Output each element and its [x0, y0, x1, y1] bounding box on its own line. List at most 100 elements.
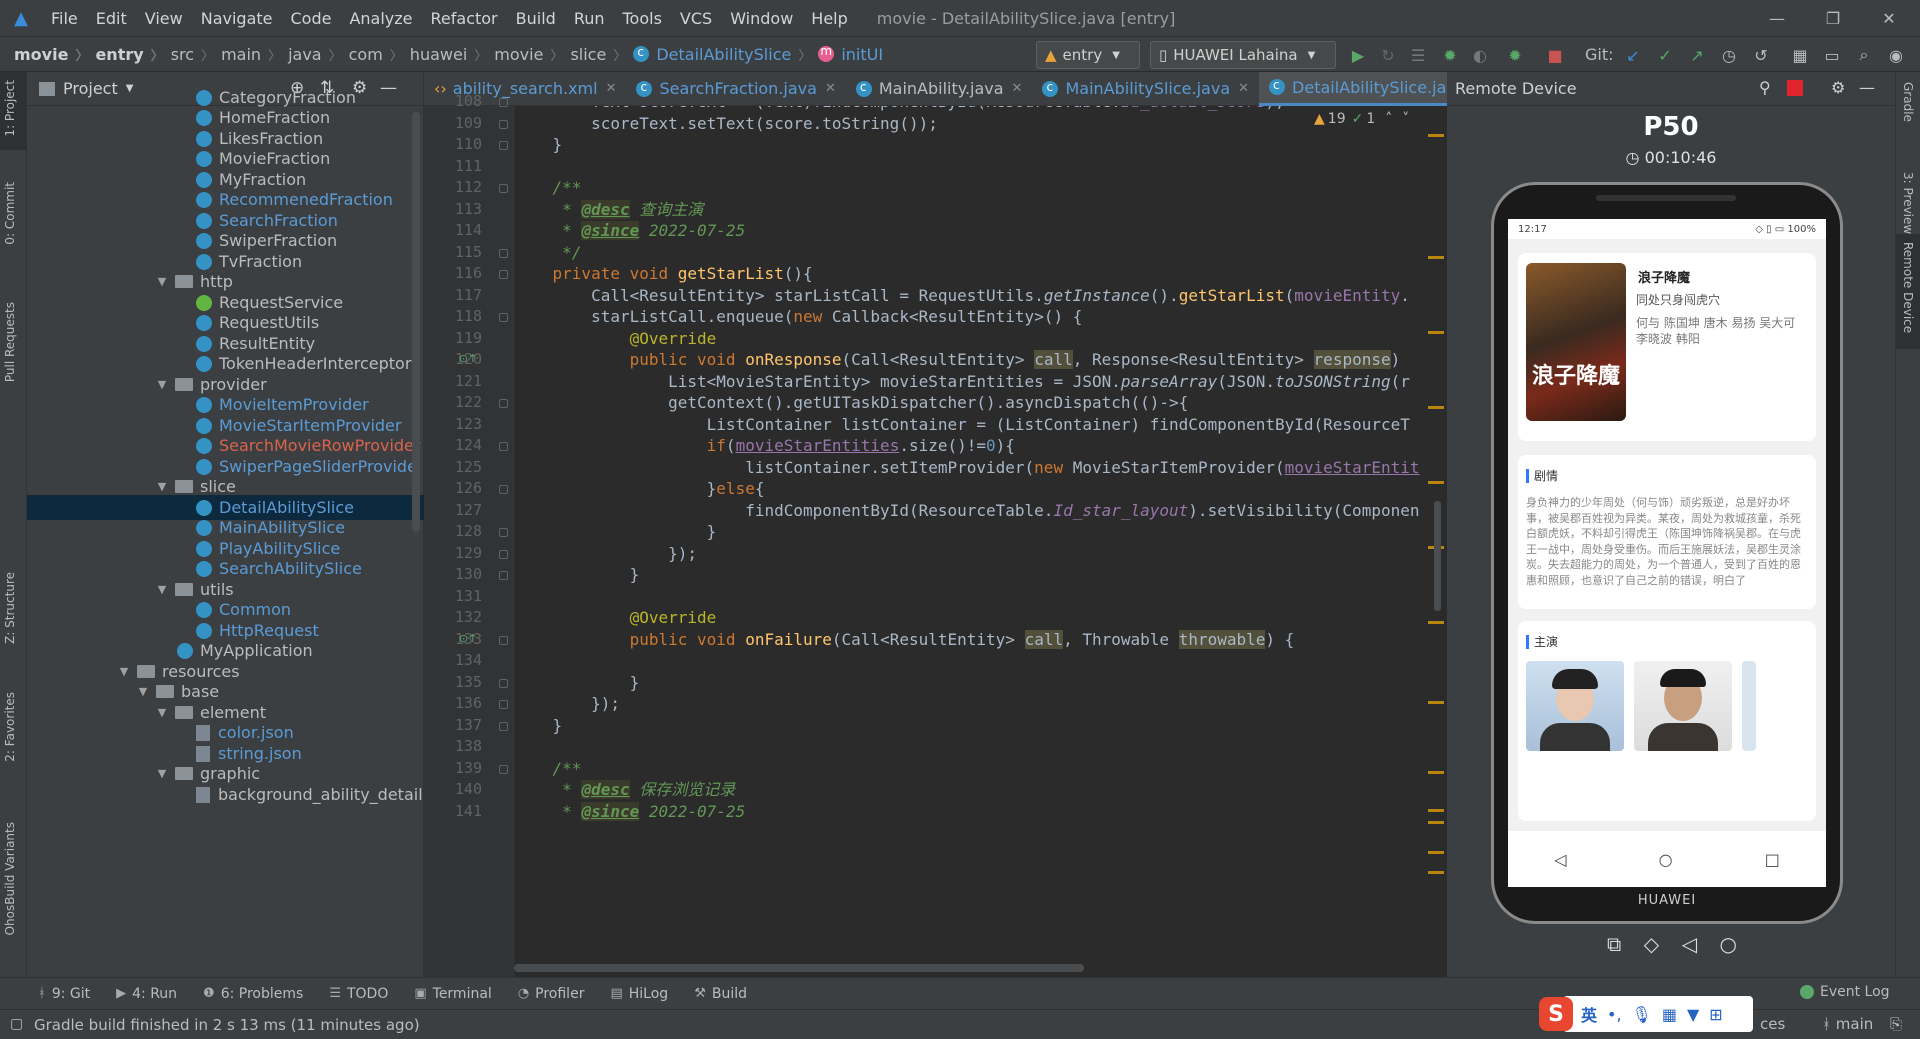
- rollback-icon[interactable]: ↺: [1751, 45, 1771, 65]
- fold-marker-icon[interactable]: [499, 485, 508, 494]
- cast-photo[interactable]: [1742, 661, 1756, 751]
- tab-project[interactable]: 1: Project: [3, 80, 17, 137]
- punctuation-icon[interactable]: •,: [1607, 1005, 1622, 1024]
- breadcrumb-item[interactable]: huawei 〉: [410, 45, 494, 64]
- code-line[interactable]: public void onFailure(Call<ResultEntity>…: [514, 627, 1294, 653]
- code-editor[interactable]: ▲ 19 ✓ 1 ˄ ˅ Text scoreText = (Text)find…: [514, 106, 1434, 977]
- close-button[interactable]: ✕: [1861, 0, 1917, 36]
- breadcrumb-method[interactable]: initUI: [818, 44, 883, 64]
- gear-icon[interactable]: ⚙: [1831, 78, 1845, 97]
- toolwindow-button[interactable]: ▤ HiLog: [610, 986, 668, 1002]
- project-structure-icon[interactable]: ▦: [1790, 45, 1810, 65]
- skin-icon[interactable]: ▼: [1687, 1005, 1699, 1024]
- layout-icon[interactable]: ▭: [1822, 45, 1842, 65]
- fold-marker-icon[interactable]: [499, 721, 508, 731]
- fold-marker-icon[interactable]: [499, 635, 508, 645]
- expand-arrow-icon[interactable]: ▼: [155, 767, 169, 780]
- fold-marker-icon[interactable]: [499, 248, 508, 258]
- override-gutter-icon[interactable]: ⊙↑: [459, 632, 477, 645]
- menu-tools[interactable]: Tools: [614, 9, 671, 28]
- menu-analyze[interactable]: Analyze: [340, 9, 421, 28]
- editor-tab[interactable]: MainAbilitySlice.java ✕: [1032, 72, 1259, 106]
- toolwindow-button[interactable]: ▣ Terminal: [414, 986, 491, 1002]
- fold-marker-icon[interactable]: [499, 571, 508, 580]
- memory-indicator-icon[interactable]: ⎘: [1890, 1015, 1902, 1033]
- editor-scroll-markers[interactable]: [1428, 106, 1447, 977]
- microphone-icon[interactable]: 🎙︎: [1632, 1005, 1652, 1024]
- breadcrumb-class[interactable]: DetailAbilitySlice〉: [633, 45, 818, 64]
- history-icon[interactable]: ◷: [1719, 45, 1739, 65]
- profile-icon[interactable]: ✹: [1505, 45, 1525, 65]
- menu-vcs[interactable]: VCS: [671, 9, 721, 28]
- expand-arrow-icon[interactable]: ▼: [155, 583, 169, 596]
- chevron-down-icon[interactable]: ˅: [1402, 111, 1409, 127]
- code-line[interactable]: scoreText.setText(score.toString());: [514, 111, 938, 137]
- menu-window[interactable]: Window: [721, 9, 802, 28]
- back-icon[interactable]: ◁: [1554, 850, 1566, 869]
- device-select[interactable]: ▯ HUAWEI Lahaina ▼: [1150, 41, 1336, 69]
- hide-icon[interactable]: —: [1859, 78, 1875, 97]
- fold-marker-icon[interactable]: [499, 528, 508, 537]
- git-commit-icon[interactable]: ✓: [1655, 45, 1675, 65]
- apply-changes-icon[interactable]: ☰: [1408, 45, 1428, 65]
- run-config-select[interactable]: ▲ entry ▼: [1036, 41, 1140, 69]
- tab-pull-requests[interactable]: Pull Requests: [3, 302, 17, 382]
- toolwindow-button[interactable]: ᚼ 9: Git: [38, 986, 90, 1002]
- pin-icon[interactable]: ⚲: [1759, 78, 1771, 97]
- breadcrumb-item[interactable]: main 〉: [221, 45, 288, 64]
- toolwindow-button[interactable]: ☰ TODO: [329, 986, 388, 1002]
- account-icon[interactable]: ◉: [1886, 45, 1906, 65]
- expand-arrow-icon[interactable]: ▼: [136, 685, 150, 698]
- menu-refactor[interactable]: Refactor: [422, 9, 507, 28]
- code-line[interactable]: }: [514, 713, 563, 739]
- breadcrumb-item[interactable]: java 〉: [288, 45, 349, 64]
- breadcrumb-item[interactable]: movie 〉: [14, 45, 95, 64]
- editor-scrollbar-thumb[interactable]: [1434, 501, 1441, 611]
- home-icon[interactable]: ○: [1659, 850, 1673, 869]
- stop-icon[interactable]: ■: [1545, 45, 1565, 65]
- ime-language[interactable]: 英: [1581, 1002, 1597, 1026]
- fold-marker-icon[interactable]: [499, 98, 508, 107]
- fold-marker-icon[interactable]: [499, 270, 508, 279]
- cast-photo[interactable]: [1634, 661, 1732, 751]
- expand-arrow-icon[interactable]: ▼: [155, 275, 169, 288]
- fold-marker-icon[interactable]: [499, 764, 508, 774]
- menu-view[interactable]: View: [136, 9, 192, 28]
- editor-tab[interactable]: MainAbility.java ✕: [846, 72, 1033, 106]
- breadcrumb-item[interactable]: movie 〉: [494, 45, 570, 64]
- recents-icon[interactable]: □: [1765, 850, 1780, 869]
- movie-poster[interactable]: 浪子降魔: [1526, 263, 1626, 421]
- chevron-up-icon[interactable]: ˄: [1385, 111, 1392, 127]
- fold-marker-icon[interactable]: [499, 119, 508, 129]
- fold-marker-icon[interactable]: [499, 442, 508, 451]
- menu-file[interactable]: File: [42, 9, 87, 28]
- breadcrumb-item[interactable]: com 〉: [349, 45, 410, 64]
- expand-arrow-icon[interactable]: ▼: [155, 706, 169, 719]
- editor-hscrollbar[interactable]: [514, 964, 1084, 972]
- minimize-button[interactable]: —: [1749, 0, 1805, 36]
- close-tab-icon[interactable]: ✕: [825, 81, 836, 96]
- code-line[interactable]: }: [514, 562, 640, 588]
- status-toggle-icon[interactable]: ▢: [10, 1016, 23, 1032]
- rerun-icon[interactable]: ↻: [1378, 45, 1398, 65]
- close-tab-icon[interactable]: ✕: [1238, 81, 1249, 96]
- code-line[interactable]: }: [514, 132, 563, 158]
- tab-build-variants[interactable]: OhosBuild Variants: [3, 822, 17, 935]
- close-tab-icon[interactable]: ✕: [606, 81, 617, 96]
- editor-tab[interactable]: SearchFraction.java ✕: [626, 72, 845, 106]
- toolwindow-button[interactable]: ⚒ Build: [694, 986, 747, 1002]
- search-icon[interactable]: ⌕: [1854, 45, 1874, 65]
- menu-edit[interactable]: Edit: [87, 9, 136, 28]
- run-icon[interactable]: ▶: [1348, 45, 1368, 65]
- menu-run[interactable]: Run: [565, 9, 614, 28]
- attach-debugger-icon[interactable]: ◐: [1470, 45, 1490, 65]
- expand-arrow-icon[interactable]: ▼: [117, 665, 131, 678]
- tab-favorites[interactable]: 2: Favorites: [3, 692, 17, 762]
- fold-marker-icon[interactable]: [499, 399, 508, 408]
- cast-photo[interactable]: [1526, 661, 1624, 751]
- fold-marker-icon[interactable]: [499, 700, 508, 709]
- tab-remote-device[interactable]: Remote Device: [1901, 242, 1915, 333]
- menu-navigate[interactable]: Navigate: [192, 9, 282, 28]
- stop-record-icon[interactable]: [1787, 80, 1803, 96]
- debug-icon[interactable]: ✹: [1440, 45, 1460, 65]
